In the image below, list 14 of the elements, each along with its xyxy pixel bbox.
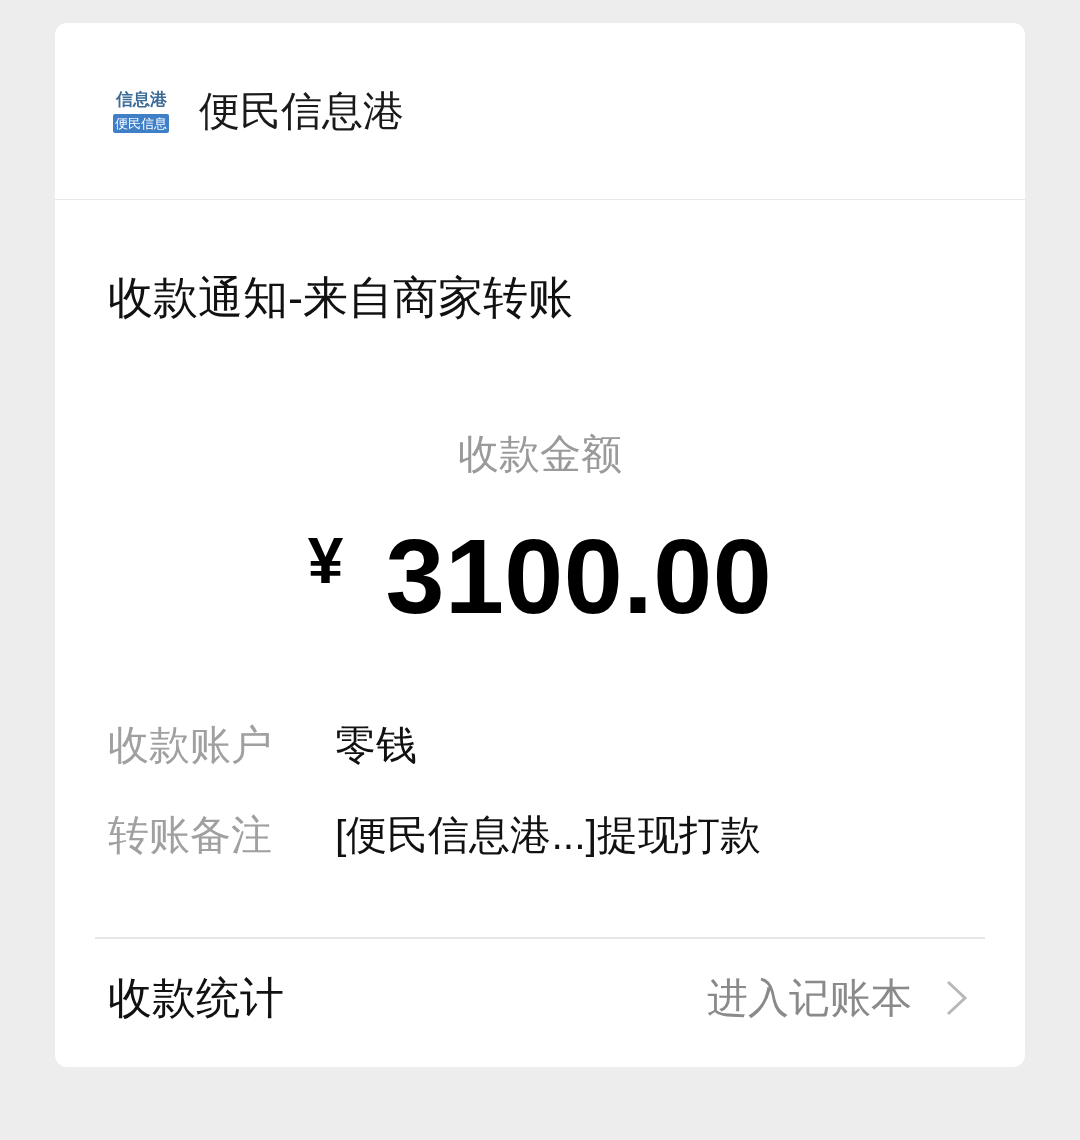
detail-label: 收款账户 (108, 721, 273, 769)
logo-text: 信息港 (115, 89, 167, 110)
detail-value: [便民信息港...]提现打款 (335, 811, 761, 859)
detail-label: 转账备注 (108, 811, 273, 859)
amount-label: 收款金额 (457, 430, 623, 478)
statistics-label: 收款统计 (108, 972, 284, 1024)
amount-value: 3100.00 (385, 523, 773, 629)
logo-tile: 便民信息 (113, 113, 169, 133)
account-name: 便民信息港 (199, 87, 404, 135)
currency-symbol: ¥ (307, 529, 344, 593)
notice-title: 收款通知-来自商家转账 (108, 272, 574, 324)
ledger-link[interactable]: 进入记账本 (707, 974, 968, 1022)
detail-value: 零钱 (335, 721, 417, 769)
chevron-right-icon (946, 980, 968, 1016)
